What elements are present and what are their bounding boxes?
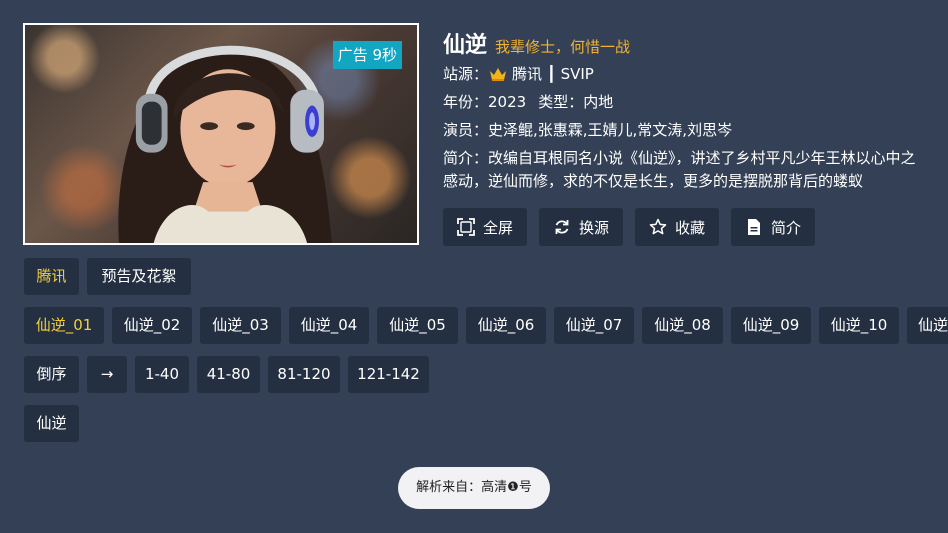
title-row: 仙逆 我辈修士，何惜一战 <box>443 27 630 59</box>
episode-item[interactable]: 仙逆_03 <box>200 307 281 344</box>
range-item[interactable]: 81-120 <box>268 356 340 393</box>
episode-item[interactable]: 仙逆_10 <box>819 307 899 344</box>
source-info: 站源： 腾讯 ┃ SVIP <box>443 63 594 84</box>
range-item[interactable]: 41-80 <box>197 356 260 393</box>
source-value: 腾讯 ┃ SVIP <box>512 65 594 83</box>
episode-item[interactable]: 仙逆_06 <box>466 307 546 344</box>
episode-item[interactable]: 仙逆_02 <box>112 307 192 344</box>
fullscreen-button[interactable]: 全屏 <box>443 208 528 246</box>
intro-button[interactable]: 简介 <box>731 208 816 246</box>
fullscreen-label: 全屏 <box>483 218 514 237</box>
source-tab-trailers[interactable]: 预告及花絮 <box>87 258 191 295</box>
action-bar: 全屏 换源 收藏 简介 <box>443 208 816 246</box>
reverse-order-button[interactable]: 倒序 <box>24 356 79 393</box>
episode-item[interactable]: 仙逆_04 <box>289 307 369 344</box>
episode-item[interactable]: 仙逆 <box>907 307 948 344</box>
favorite-label: 收藏 <box>675 218 706 237</box>
arrow-right-icon[interactable]: → <box>87 356 127 393</box>
range-item[interactable]: 121-142 <box>348 356 429 393</box>
episode-item[interactable]: 仙逆_08 <box>642 307 723 344</box>
episode-item[interactable]: 仙逆_07 <box>554 307 634 344</box>
parse-source-toast: 解析来自：高清❶号 <box>398 467 550 509</box>
episode-item[interactable]: 仙逆_01 <box>24 307 104 344</box>
source-label: 站源： <box>443 65 489 83</box>
intro-label: 简介 <box>771 218 802 237</box>
switch-source-label: 换源 <box>579 218 610 237</box>
source-tab-tencent[interactable]: 腾讯 <box>24 258 79 295</box>
star-icon <box>649 218 667 235</box>
document-icon <box>748 219 761 235</box>
type-label: 类型：内地 <box>538 93 614 111</box>
year-label: 年份：2023 <box>443 93 527 111</box>
video-player[interactable]: 广告 9秒 <box>23 23 419 245</box>
favorite-button[interactable]: 收藏 <box>635 208 720 246</box>
meta-info: 年份：2023 类型：内地 <box>443 91 613 112</box>
refresh-icon <box>555 220 569 234</box>
fullscreen-icon <box>457 218 475 236</box>
intro-text: 简介：改编自耳根同名小说《仙逆》，讲述了乡村平凡少年王林以心中之感动，逆仙而修，… <box>443 149 916 190</box>
cast-info: 演员：史泽鲲,张惠霖,王婧儿,常文涛,刘思岑 <box>443 121 733 139</box>
episode-item[interactable]: 仙逆_09 <box>731 307 811 344</box>
slogan: 我辈修士，何惜一战 <box>495 38 631 56</box>
switch-source-button[interactable]: 换源 <box>539 208 624 246</box>
page-title: 仙逆 <box>443 33 488 58</box>
range-item[interactable]: 1-40 <box>135 356 189 393</box>
crown-icon <box>490 67 507 81</box>
ad-countdown-badge: 广告 9秒 <box>332 41 402 69</box>
episode-item[interactable]: 仙逆_05 <box>377 307 458 344</box>
part-item[interactable]: 仙逆 <box>24 405 79 442</box>
